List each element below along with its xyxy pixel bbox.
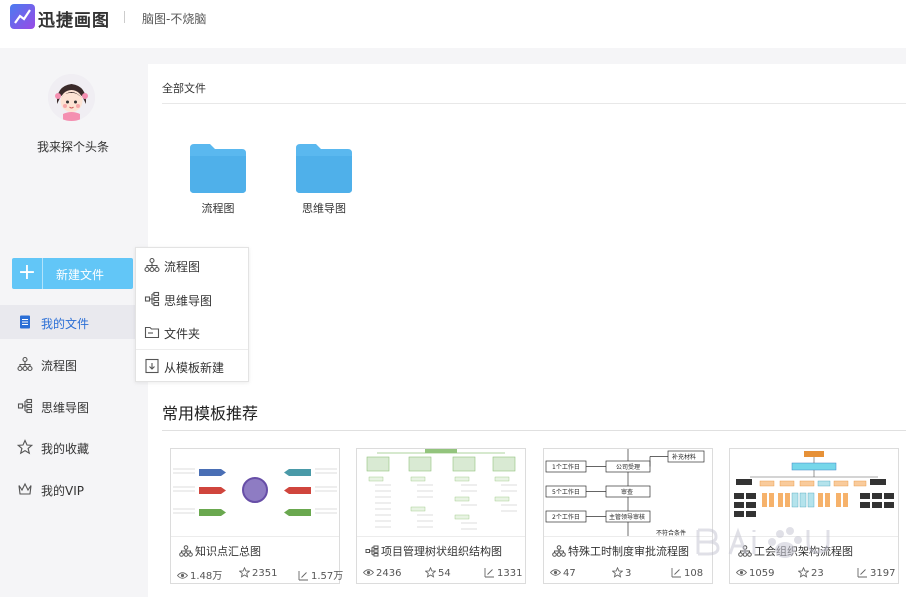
- new-file-menu: 流程图 思维导图 文件夹 从模板新建: [135, 247, 249, 382]
- avatar[interactable]: [48, 74, 95, 121]
- folder-icon: [296, 144, 352, 193]
- template-title-text: 项目管理树状组织结构图: [381, 545, 502, 558]
- sidebar-item-vip[interactable]: 我的VIP: [0, 472, 146, 506]
- template-thumbnail: [171, 449, 339, 537]
- thumb-label: 5个工作日: [552, 488, 580, 496]
- menu-item-from-template[interactable]: 从模板新建: [136, 349, 248, 382]
- eye-icon: [549, 569, 562, 576]
- template-card[interactable]: 工会组织架构流程图 1059 23 3197: [729, 448, 899, 584]
- stars-count: 3: [611, 566, 631, 579]
- watermark-logo: [696, 527, 830, 558]
- views-count: 47: [549, 567, 576, 579]
- flowchart-icon: [17, 356, 33, 372]
- star-icon: [611, 566, 624, 578]
- star-icon: [797, 566, 810, 578]
- menu-item-label: 思维导图: [164, 294, 213, 308]
- plus-icon: +: [12, 258, 43, 289]
- views-count: 1059: [735, 567, 774, 579]
- section-divider: [162, 103, 906, 104]
- template-title: 项目管理树状组织结构图: [365, 543, 525, 559]
- thumb-label: 2个工作日: [552, 513, 580, 521]
- menu-item-folder[interactable]: 文件夹: [136, 315, 248, 348]
- star-icon: [238, 566, 251, 578]
- edit-icon: [484, 568, 494, 578]
- menu-item-label: 文件夹: [164, 327, 201, 341]
- sidebar: 我来探个头条 + 新建文件 我的文件 流程图 思维导图 我的收藏 我的VIP: [0, 48, 146, 597]
- folder-name: 流程图: [201, 202, 235, 215]
- username: 我来探个头条: [36, 140, 109, 154]
- folder-name: 思维导图: [302, 202, 346, 215]
- edit-icon: [857, 568, 867, 578]
- recommended-divider: [162, 430, 906, 431]
- stars-count: 23: [797, 566, 824, 579]
- template-title: 知识点汇总图: [179, 543, 339, 559]
- sidebar-item-label: 流程图: [41, 359, 78, 373]
- edits-count: 108: [671, 567, 703, 579]
- folder-flowchart[interactable]: 流程图: [178, 144, 258, 224]
- thumb-label: 不符合条件: [656, 529, 686, 537]
- app-logo-icon[interactable]: [10, 4, 35, 29]
- crown-icon: [17, 481, 33, 497]
- menu-item-label: 从模板新建: [164, 361, 225, 375]
- thumb-label: 审查: [621, 488, 633, 496]
- menu-item-flowchart[interactable]: 流程图: [136, 248, 248, 281]
- star-icon: [424, 566, 437, 578]
- breadcrumb: 全部文件: [162, 82, 206, 95]
- flowchart-icon: [144, 257, 160, 273]
- stars-count: 2351: [238, 566, 277, 579]
- template-icon: [144, 358, 160, 374]
- star-icon: [16, 439, 34, 455]
- eye-icon: [362, 569, 375, 576]
- sidebar-item-my-files[interactable]: 我的文件: [0, 305, 146, 339]
- template-title-text: 知识点汇总图: [195, 545, 261, 558]
- thumb-label: 1个工作日: [552, 463, 580, 471]
- mindmap-icon: [144, 291, 160, 307]
- menu-item-mindmap[interactable]: 思维导图: [136, 282, 248, 315]
- sidebar-item-mindmap[interactable]: 思维导图: [0, 389, 146, 423]
- top-bar: 迅捷画图 脑图-不烧脑: [0, 0, 906, 48]
- folder-mindmap[interactable]: 思维导图: [284, 144, 364, 224]
- thumb-label: 主管领导审核: [609, 513, 645, 521]
- sidebar-item-favorites[interactable]: 我的收藏: [0, 430, 146, 464]
- sidebar-item-flowchart[interactable]: 流程图: [0, 347, 146, 381]
- template-thumbnail: [357, 449, 525, 537]
- eye-icon: [735, 569, 748, 576]
- app-name[interactable]: 迅捷画图: [38, 6, 110, 31]
- edit-icon: [671, 568, 681, 578]
- mindmap-icon: [365, 545, 379, 557]
- template-title-text: 特殊工时制度审批流程图: [568, 545, 689, 558]
- sidebar-item-label: 我的VIP: [41, 484, 84, 498]
- menu-item-label: 流程图: [164, 260, 201, 274]
- new-file-button[interactable]: + 新建文件: [12, 258, 133, 289]
- edit-icon: [298, 571, 308, 581]
- edits-count: 1331: [484, 567, 522, 579]
- edits-count: 1.57万: [298, 567, 343, 582]
- app-slogan: 脑图-不烧脑: [142, 12, 207, 26]
- file-icon: [17, 314, 33, 330]
- folder-icon: [190, 144, 246, 193]
- template-title: 特殊工时制度审批流程图: [552, 543, 712, 559]
- new-file-label: 新建文件: [56, 268, 105, 282]
- template-card[interactable]: 项目管理树状组织结构图 2436 54 1331: [356, 448, 526, 584]
- eye-icon: [176, 572, 189, 579]
- template-card[interactable]: 1个工作日 5个工作日 2个工作日 公司受理 审查 主管领导审核 补充材料 不符…: [543, 448, 713, 584]
- mindmap-icon: [17, 398, 33, 414]
- header-divider: [124, 11, 125, 23]
- flowchart-icon: [552, 545, 566, 557]
- folder-outline-icon: [144, 324, 160, 340]
- views-count: 2436: [362, 567, 401, 579]
- sidebar-item-label: 思维导图: [41, 401, 90, 415]
- flowchart-icon: [179, 545, 193, 557]
- thumb-label: 公司受理: [616, 463, 640, 471]
- thumb-label: 补充材料: [672, 453, 696, 461]
- views-count: 1.48万: [176, 567, 222, 582]
- main-top-gap: [146, 48, 906, 64]
- sidebar-item-label: 我的文件: [41, 317, 90, 331]
- stars-count: 54: [424, 566, 451, 579]
- edits-count: 3197: [857, 567, 895, 579]
- template-thumbnail: 1个工作日 5个工作日 2个工作日 公司受理 审查 主管领导审核 补充材料 不符…: [544, 449, 712, 537]
- sidebar-item-label: 我的收藏: [41, 442, 90, 456]
- recommended-templates-title: 常用模板推荐: [162, 404, 259, 423]
- template-card[interactable]: 知识点汇总图 1.48万 2351 1.57万: [170, 448, 343, 584]
